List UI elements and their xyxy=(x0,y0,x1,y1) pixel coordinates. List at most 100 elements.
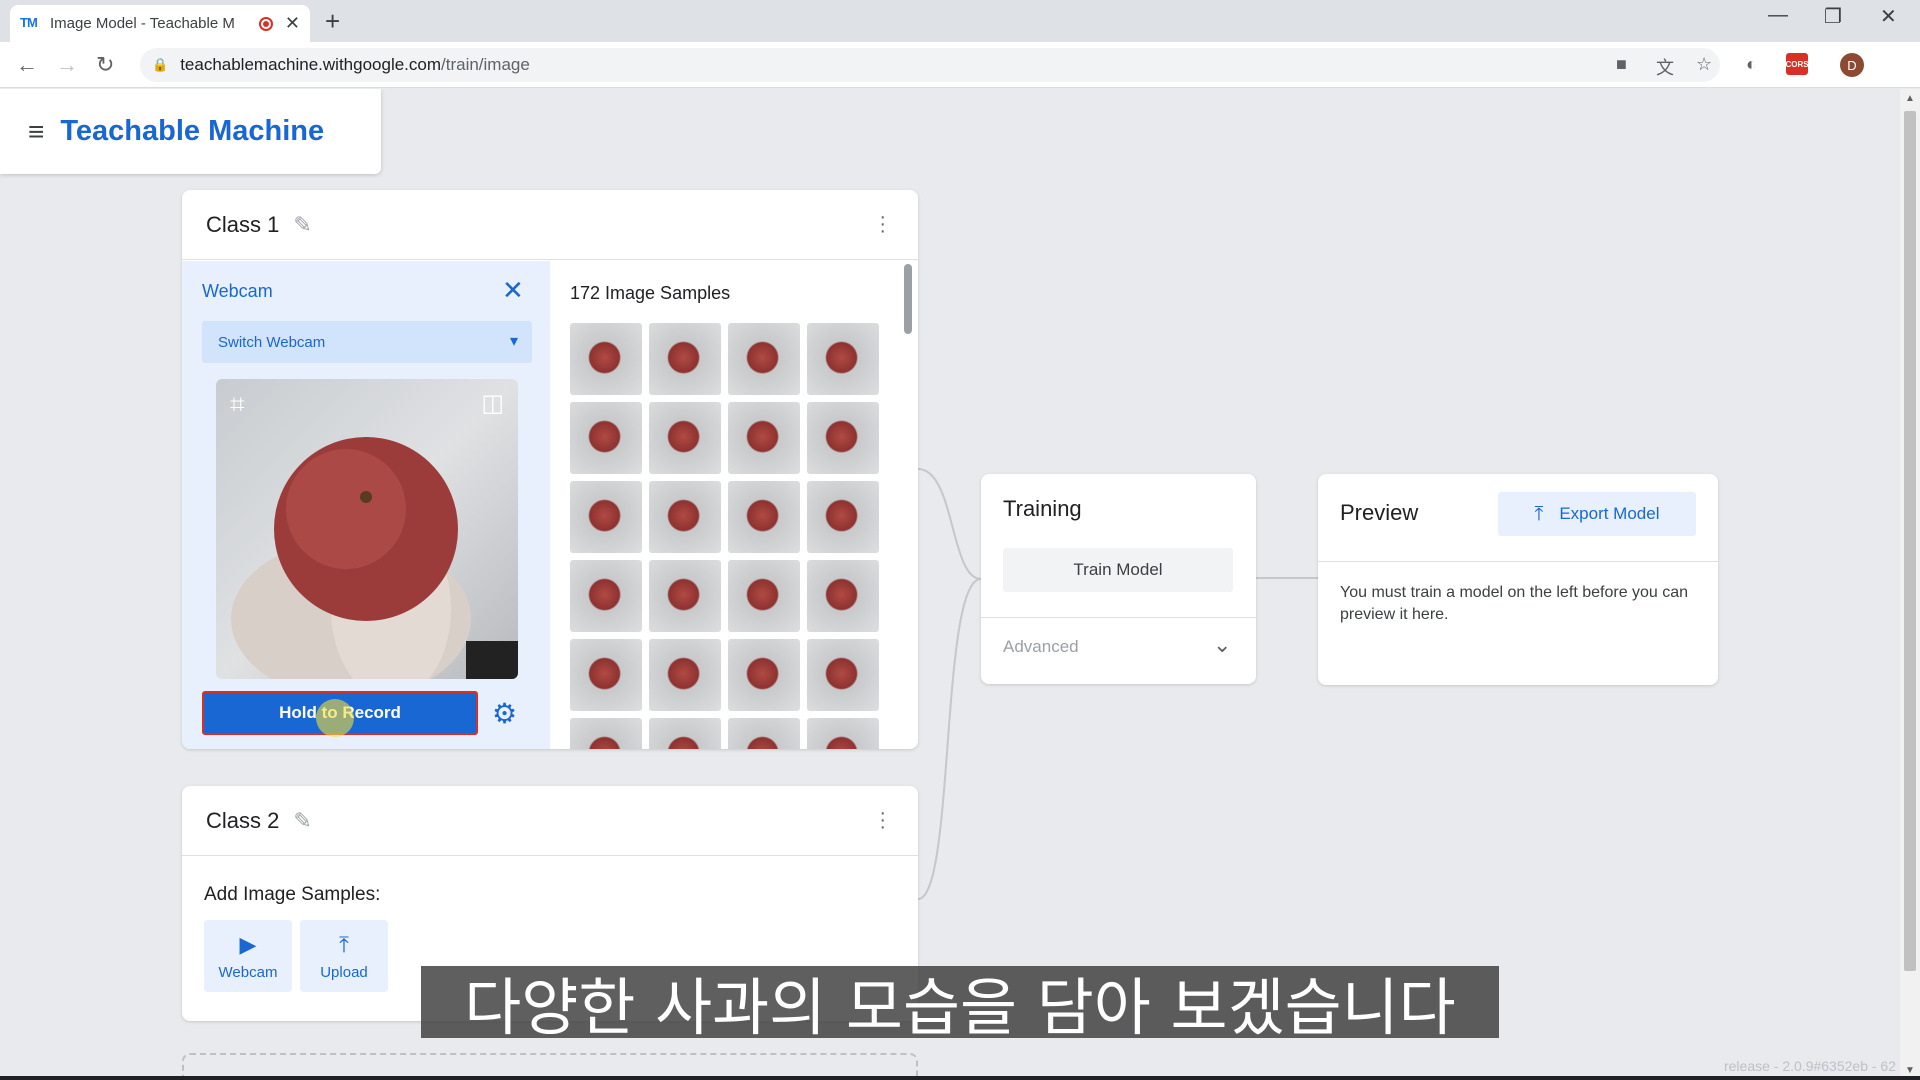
training-card: Training Train Model Advanced ⌄ xyxy=(981,474,1256,684)
sample-thumbnail[interactable] xyxy=(570,323,642,395)
sample-thumbnail[interactable] xyxy=(728,323,800,395)
webcam-source-button[interactable]: ▶ Webcam xyxy=(204,920,292,992)
sample-thumbnail[interactable] xyxy=(649,481,721,553)
sample-thumbnail[interactable] xyxy=(570,639,642,711)
divider xyxy=(1318,561,1718,562)
image-samples-count: 172 Image Samples xyxy=(570,283,731,303)
flip-icon[interactable]: ◫ xyxy=(481,389,504,418)
scroll-up-icon[interactable]: ▲ xyxy=(1905,93,1915,104)
sample-thumbnail[interactable] xyxy=(807,560,879,632)
image-samples-panel: 172 Image Samples xyxy=(550,261,918,749)
upload-source-button[interactable]: ⤒ Upload xyxy=(300,920,388,992)
switch-webcam-select[interactable]: Switch Webcam ▾ xyxy=(202,321,532,363)
bookmark-star-icon[interactable]: ☆ xyxy=(1696,54,1712,75)
sample-thumbnail[interactable] xyxy=(570,402,642,474)
class-2-name[interactable]: Class 2 xyxy=(206,808,279,834)
more-options-icon[interactable]: · · · xyxy=(879,803,886,837)
sample-thumbnail[interactable] xyxy=(807,718,879,749)
translate-icon[interactable]: 文 xyxy=(1656,54,1674,80)
reload-button[interactable]: ↻ xyxy=(96,52,114,78)
edit-pencil-icon[interactable]: ✎ xyxy=(293,212,311,238)
chevron-down-icon: ▾ xyxy=(509,333,518,350)
camera-icon[interactable]: ■ xyxy=(1616,54,1627,75)
sample-thumbnail[interactable] xyxy=(807,639,879,711)
sample-thumbnail[interactable] xyxy=(570,718,642,749)
sample-thumbnail[interactable] xyxy=(570,560,642,632)
chevron-down-icon[interactable]: ⌄ xyxy=(1213,632,1231,658)
tab-close-icon[interactable]: ✕ xyxy=(285,13,300,34)
edit-pencil-icon[interactable]: ✎ xyxy=(293,808,311,834)
sample-thumbnail[interactable] xyxy=(728,402,800,474)
export-model-button[interactable]: ⤒ Export Model xyxy=(1498,492,1696,536)
sample-thumbnail[interactable] xyxy=(807,402,879,474)
crop-icon[interactable]: ⌗ xyxy=(230,389,245,421)
webcam-panel-title: Webcam xyxy=(202,281,273,301)
back-button[interactable]: ← xyxy=(16,52,38,78)
browser-tab-bar: TM Image Model - Teachable M ✕ + — ❐ ✕ xyxy=(0,0,1920,42)
upload-icon: ⤒ xyxy=(339,931,349,957)
extension-icon[interactable]: ◐ xyxy=(1746,54,1757,75)
video-camera-icon: ▶ xyxy=(239,931,257,957)
restore-window-button[interactable]: ❐ xyxy=(1824,4,1842,29)
url-host: teachablemachine.withgoogle.com xyxy=(180,55,442,74)
lock-icon: 🔒 xyxy=(152,57,169,72)
browser-tab[interactable]: TM Image Model - Teachable M ✕ xyxy=(10,5,310,42)
forward-button[interactable]: → xyxy=(56,52,78,78)
sample-thumbnail[interactable] xyxy=(728,718,800,749)
sample-thumbnail[interactable] xyxy=(807,323,879,395)
sample-thumbnail[interactable] xyxy=(570,481,642,553)
sample-thumbnail[interactable] xyxy=(728,639,800,711)
scroll-down-icon[interactable]: ▼ xyxy=(1905,1065,1915,1076)
cursor-highlight xyxy=(316,699,354,737)
sample-thumbnail-grid xyxy=(570,323,879,749)
app-title: Teachable Machine xyxy=(60,115,325,147)
cors-extension-icon[interactable]: CORS xyxy=(1785,53,1809,75)
export-model-label: Export Model xyxy=(1559,504,1660,523)
browser-toolbar: ← → ↻ 🔒 teachablemachine.withgoogle.com /… xyxy=(0,42,1920,88)
tab-title: Image Model - Teachable M xyxy=(50,15,235,32)
profile-avatar[interactable]: D xyxy=(1840,53,1864,77)
class-2-header: Class 2 ✎ · · · xyxy=(182,786,918,856)
sample-thumbnail[interactable] xyxy=(649,639,721,711)
sample-thumbnail[interactable] xyxy=(728,481,800,553)
recording-indicator-icon xyxy=(258,16,273,31)
sample-thumbnail[interactable] xyxy=(649,718,721,749)
minimize-window-button[interactable]: — xyxy=(1768,4,1788,27)
close-webcam-icon[interactable]: ✕ xyxy=(502,275,524,306)
preview-message: You must train a model on the left befor… xyxy=(1340,584,1689,623)
train-model-button[interactable]: Train Model xyxy=(1003,548,1233,592)
teachable-machine-favicon-icon: TM xyxy=(20,14,38,30)
bottom-edge xyxy=(0,1076,1920,1080)
hamburger-menu-icon[interactable]: ≡ xyxy=(28,116,44,148)
class-1-name[interactable]: Class 1 xyxy=(206,212,279,238)
sample-thumbnail[interactable] xyxy=(649,402,721,474)
app-header: ≡ Teachable Machine xyxy=(0,89,381,174)
url-path: /train/image xyxy=(441,55,530,74)
preview-card: Preview ⤒ Export Model You must train a … xyxy=(1318,474,1718,685)
new-tab-button[interactable]: + xyxy=(325,6,340,37)
more-options-icon[interactable]: · · · xyxy=(879,207,886,241)
video-subtitle: 다양한 사과의 모습을 담아 보겠습니다 xyxy=(421,966,1499,1044)
scrollbar-thumb[interactable] xyxy=(1904,111,1916,971)
gear-icon[interactable]: ⚙ xyxy=(492,697,517,730)
export-upload-icon: ⤒ xyxy=(1534,502,1544,525)
release-version: release - 2.0.9#6352eb - 62 xyxy=(1723,1058,1896,1074)
webcam-source-label: Webcam xyxy=(218,963,278,981)
switch-webcam-label: Switch Webcam xyxy=(218,333,326,351)
upload-source-label: Upload xyxy=(320,963,368,981)
sample-thumbnail[interactable] xyxy=(728,560,800,632)
sample-thumbnail[interactable] xyxy=(649,323,721,395)
sample-thumbnail[interactable] xyxy=(807,481,879,553)
address-bar[interactable]: 🔒 teachablemachine.withgoogle.com/train/… xyxy=(140,48,1720,82)
page-content: ≡ Teachable Machine Class 1 ✎ · · · Webcam… xyxy=(0,89,1900,1080)
close-window-button[interactable]: ✕ xyxy=(1880,4,1897,29)
advanced-toggle[interactable]: Advanced xyxy=(1003,637,1079,657)
class-1-card: Class 1 ✎ ··· Webcam ✕ Switch Webcam ▾ xyxy=(182,190,918,749)
page-scrollbar[interactable]: ▲ ▼ xyxy=(1900,89,1920,1080)
webcam-panel: Webcam ✕ Switch Webcam ▾ ⌗ ◫ Hold to Rec… xyxy=(182,261,550,749)
preview-title: Preview xyxy=(1340,500,1419,525)
sample-thumbnail[interactable] xyxy=(649,560,721,632)
divider xyxy=(981,617,1256,618)
webcam-video-feed: ⌗ ◫ xyxy=(216,379,518,679)
samples-scrollbar[interactable] xyxy=(904,264,912,334)
